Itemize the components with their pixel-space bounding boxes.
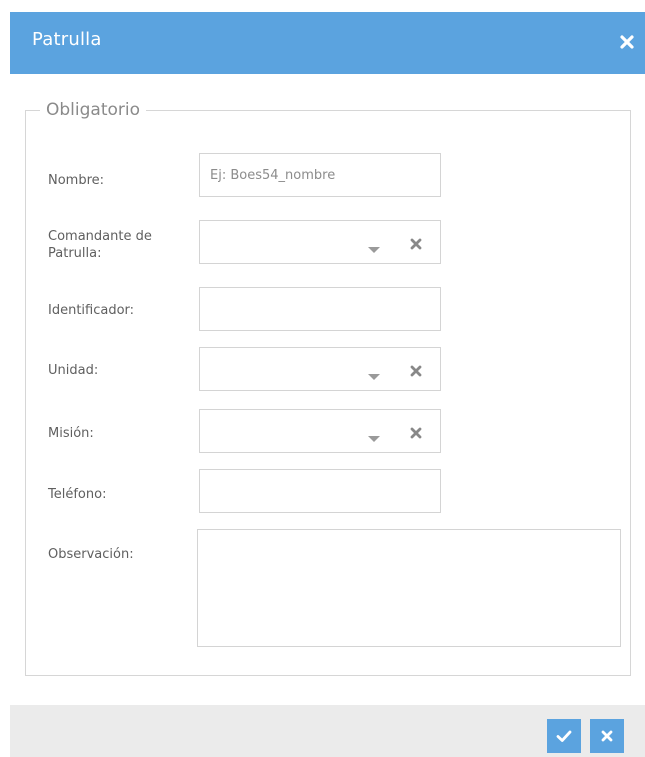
identificador-label: Identificador:	[48, 303, 135, 318]
unidad-label: Unidad:	[48, 363, 99, 378]
dialog-title: Patrulla	[32, 29, 102, 50]
comandante-label: Comandante de Patrulla:	[48, 229, 152, 261]
close-icon	[601, 730, 613, 742]
unidad-select[interactable]	[199, 347, 441, 391]
clear-icon[interactable]	[409, 425, 423, 439]
cancel-button[interactable]	[590, 719, 624, 753]
clear-icon[interactable]	[409, 363, 423, 377]
chevron-down-icon[interactable]	[368, 428, 380, 442]
clear-icon[interactable]	[409, 236, 423, 250]
chevron-down-icon[interactable]	[368, 239, 380, 253]
mision-select[interactable]	[199, 409, 441, 453]
telefono-label: Teléfono:	[48, 487, 107, 502]
group-legend: Obligatorio	[46, 100, 141, 120]
observacion-textarea[interactable]	[197, 529, 621, 647]
nombre-label: Nombre:	[48, 173, 105, 188]
close-icon[interactable]	[617, 32, 637, 52]
observacion-label: Observación:	[48, 547, 134, 562]
accept-button[interactable]	[547, 719, 581, 753]
comandante-select[interactable]	[199, 220, 441, 264]
identificador-input[interactable]	[199, 287, 441, 331]
chevron-down-icon[interactable]	[368, 366, 380, 380]
patrulla-dialog: Patrulla Obligatorio Nombre: Comandante …	[10, 12, 645, 757]
telefono-input[interactable]	[199, 469, 441, 513]
check-icon	[556, 730, 572, 742]
mision-label: Misión:	[48, 426, 94, 441]
dialog-titlebar: Patrulla	[10, 12, 645, 74]
nombre-input[interactable]	[199, 153, 441, 197]
dialog-footer	[10, 705, 645, 757]
